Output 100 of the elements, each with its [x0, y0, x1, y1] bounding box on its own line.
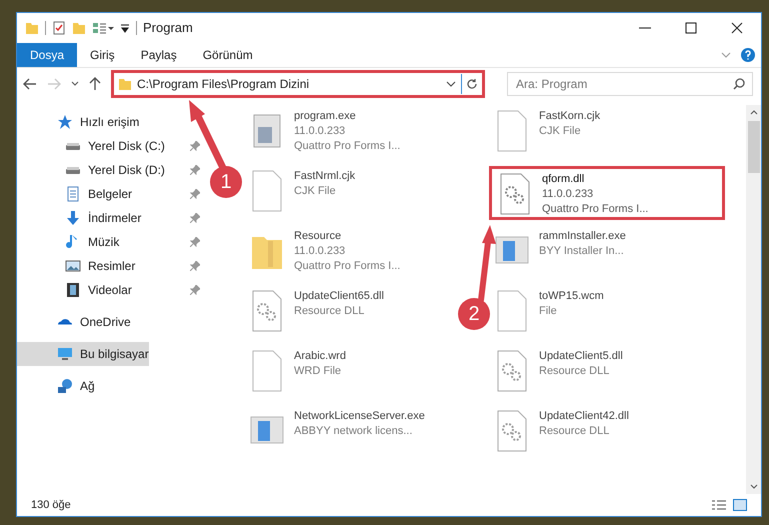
search-field[interactable]: Ara: Program [507, 72, 753, 96]
network-icon [57, 378, 73, 394]
search-icon[interactable] [733, 78, 745, 90]
file-name: toWP15.wcm [539, 289, 604, 304]
file-name: FastKorn.cjk [539, 109, 600, 124]
ribbon-tab[interactable]: Dosya [17, 43, 78, 67]
ribbon-tab[interactable]: Giriş [77, 43, 128, 67]
address-path: C:\Program Files\Program Dizini [137, 76, 310, 92]
film-icon [65, 282, 81, 298]
sidebar-item[interactable]: Ağ [17, 374, 99, 398]
pin-icon[interactable] [190, 261, 200, 271]
file-name: rammInstaller.exe [539, 229, 626, 244]
pin-icon[interactable] [190, 285, 200, 295]
file-detail: Quattro Pro Forms I... [294, 139, 400, 154]
scrollbar-thumb[interactable] [748, 121, 760, 173]
view-dropdown-icon[interactable] [92, 21, 114, 35]
customize-arrow-icon[interactable] [120, 23, 130, 33]
file-item[interactable]: rammInstaller.exe BYY Installer In... [489, 226, 630, 280]
folder-icon [118, 76, 132, 90]
file-item[interactable]: program.exe 11.0.0.233 Quattro Pro Forms I... [244, 106, 404, 160]
picture-icon [65, 258, 81, 274]
refresh-icon[interactable] [466, 78, 478, 90]
file-item[interactable]: Resource 11.0.0.233 Quattro Pro Forms I... [244, 226, 404, 280]
file-item[interactable]: UpdateClient42.dll Resource DLL [489, 406, 633, 460]
scroll-down-icon[interactable] [750, 484, 758, 490]
blank-file-icon [250, 169, 284, 213]
blank-file-icon [495, 109, 529, 153]
blank-file-icon [250, 349, 284, 393]
window-title: Program [143, 19, 193, 38]
file-item[interactable]: FastNrml.cjk CJK File [244, 166, 360, 220]
sidebar-item[interactable]: Yerel Disk (D:) [17, 158, 169, 182]
sidebar-item[interactable]: Bu bilgisayar [17, 342, 149, 366]
file-name: NetworkLicenseServer.exe [294, 409, 425, 424]
file-detail: Quattro Pro Forms I... [294, 259, 400, 274]
sidebar-item[interactable]: Yerel Disk (C:) [17, 134, 169, 158]
star-icon [57, 114, 73, 130]
pin-icon[interactable] [190, 189, 200, 199]
cloud-icon [57, 318, 73, 326]
file-item[interactable]: UpdateClient5.dll Resource DLL [489, 346, 627, 400]
document-icon [65, 186, 81, 202]
file-detail: 11.0.0.233 [294, 124, 346, 139]
gear-file-icon [495, 349, 529, 393]
file-item[interactable]: qform.dll 11.0.0.233 Quattro Pro Forms I... [489, 166, 725, 220]
file-name: UpdateClient65.dll [294, 289, 384, 304]
sidebar-item[interactable]: Resimler [17, 254, 140, 278]
sidebar-item[interactable]: Belgeler [17, 182, 136, 206]
gear-file-icon [250, 289, 284, 333]
file-detail: Resource DLL [294, 304, 366, 319]
file-item[interactable]: Arabic.wrd WRD File [244, 346, 350, 400]
sidebar-item[interactable]: Hızlı erişim [17, 110, 144, 134]
scroll-up-icon[interactable] [750, 109, 758, 115]
monitor-icon [57, 346, 73, 362]
back-arrow-icon[interactable] [23, 78, 37, 90]
address-bar[interactable]: C:\Program Files\Program Dizini [111, 70, 485, 98]
down-arrow-icon [65, 210, 81, 226]
gear-file-icon [498, 172, 532, 216]
file-detail: Quattro Pro Forms I... [542, 202, 648, 217]
file-name: Resource [294, 229, 342, 244]
ribbon-tab[interactable]: Görünüm [190, 43, 266, 67]
item-count: 130 öğe [31, 498, 71, 513]
file-item[interactable]: toWP15.wcm File [489, 286, 608, 340]
file-name: program.exe [294, 109, 357, 124]
file-detail: 11.0.0.233 [294, 244, 346, 259]
file-name: UpdateClient5.dll [539, 349, 623, 364]
file-detail: CJK File [294, 184, 337, 199]
file-name: FastNrml.cjk [294, 169, 356, 184]
file-item[interactable]: FastKorn.cjk CJK File [489, 106, 604, 160]
file-name: UpdateClient42.dll [539, 409, 629, 424]
sidebar-item[interactable]: Videolar [17, 278, 136, 302]
file-detail: File [539, 304, 558, 319]
details-view-icon[interactable] [711, 499, 727, 511]
sidebar-item[interactable]: İndirmeler [17, 206, 146, 230]
pin-icon[interactable] [190, 213, 200, 223]
file-item[interactable]: NetworkLicenseServer.exe ABBYY network licens... [244, 406, 429, 460]
pin-icon[interactable] [190, 165, 200, 175]
file-name: Arabic.wrd [294, 349, 346, 364]
help-icon[interactable] [741, 48, 755, 62]
up-arrow-icon[interactable] [89, 76, 101, 90]
close-icon[interactable] [731, 22, 743, 34]
file-detail: WRD File [294, 364, 342, 379]
gear-file-icon [495, 409, 529, 453]
ribbon-tab[interactable]: Paylaş [128, 43, 190, 67]
scrollbar[interactable] [746, 105, 761, 494]
sidebar-item[interactable]: Müzik [17, 230, 124, 254]
file-detail: BYY Installer In... [539, 244, 625, 259]
file-detail: Resource DLL [539, 364, 610, 379]
file-detail: 11.0.0.233 [542, 187, 594, 202]
file-detail: CJK File [539, 124, 582, 139]
file-item[interactable]: UpdateClient65.dll Resource DLL [244, 286, 388, 340]
file-detail: ABBYY network licens... [294, 424, 414, 439]
chevron-icon[interactable] [71, 80, 79, 86]
blank-file-icon [495, 289, 529, 333]
large-icons-view-icon[interactable] [733, 499, 747, 511]
pin-icon[interactable] [190, 237, 200, 247]
file-name: qform.dll [542, 172, 586, 187]
pin-icon[interactable] [190, 141, 200, 151]
file-detail: Resource DLL [539, 424, 610, 439]
maximize-icon[interactable] [685, 22, 697, 34]
properties-icon[interactable] [52, 21, 66, 35]
sidebar-item[interactable]: OneDrive [17, 310, 135, 334]
